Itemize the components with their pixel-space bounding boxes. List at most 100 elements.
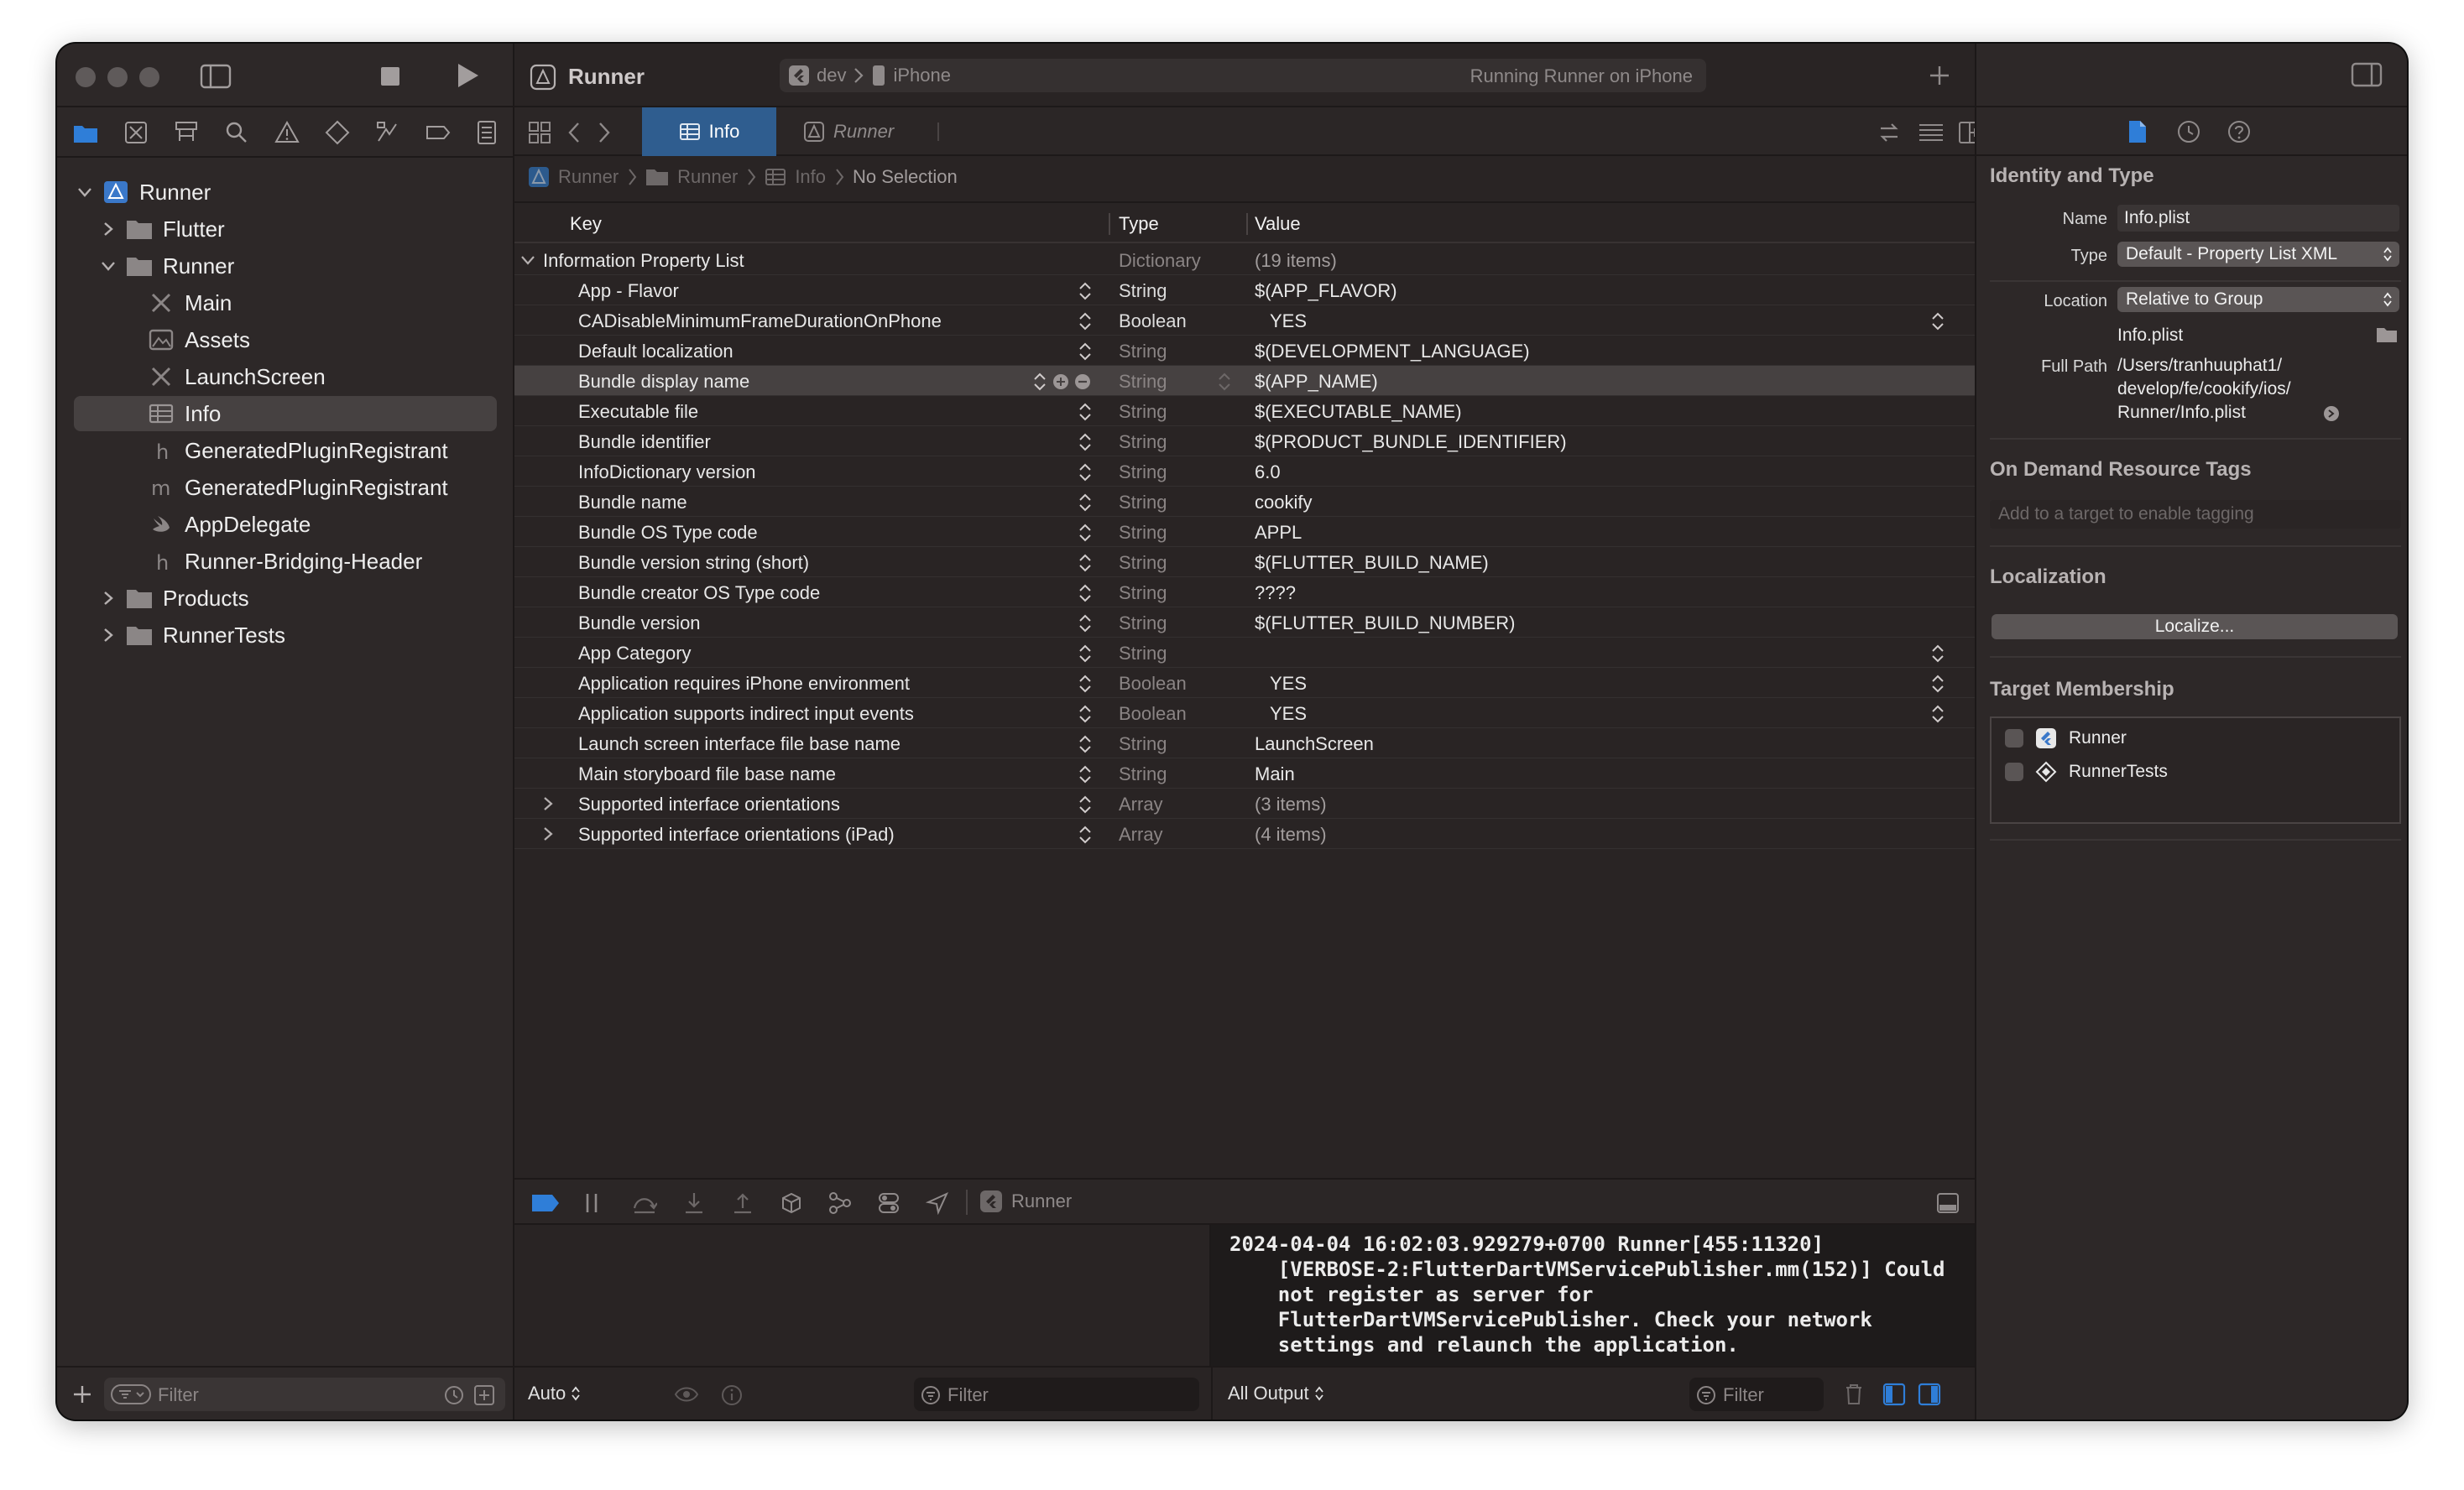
breakpoints-toggle-icon[interactable] xyxy=(531,1193,560,1213)
plist-row[interactable]: Bundle display name String $(APP_NAME) xyxy=(514,366,1975,396)
plist-row[interactable]: Application supports indirect input even… xyxy=(514,698,1975,728)
file-inspector-icon[interactable] xyxy=(2127,119,2148,144)
tree-item-launchscreen[interactable]: LaunchScreen xyxy=(148,359,326,394)
target-row-runnertests[interactable]: RunnerTests xyxy=(2005,758,2168,785)
value-popup-icon[interactable] xyxy=(1929,644,1946,663)
key-stepper-icon[interactable] xyxy=(1077,493,1094,512)
hide-debug-area-icon[interactable] xyxy=(1936,1191,1960,1215)
plist-value[interactable]: LaunchScreen xyxy=(1255,733,1374,755)
chevron-down-icon[interactable] xyxy=(519,252,536,268)
plist-root-row[interactable]: Information Property List Dictionary (19… xyxy=(514,245,1975,275)
environment-overrides-icon[interactable] xyxy=(877,1191,901,1215)
plist-row[interactable]: App Category String xyxy=(514,638,1975,668)
key-stepper-icon[interactable] xyxy=(1077,342,1094,361)
plist-value[interactable]: Main xyxy=(1255,763,1295,785)
name-field[interactable]: Info.plist xyxy=(2117,205,2399,232)
plist-value[interactable]: ???? xyxy=(1255,582,1296,604)
symbol-navigator-icon[interactable] xyxy=(173,119,200,146)
breakpoint-navigator-icon[interactable] xyxy=(425,119,452,146)
view-hierarchy-icon[interactable] xyxy=(780,1191,803,1215)
simulate-location-icon[interactable] xyxy=(926,1191,949,1215)
chevron-down-icon[interactable] xyxy=(97,255,119,277)
plist-row[interactable]: Bundle name String cookify xyxy=(514,487,1975,517)
forward-icon[interactable] xyxy=(595,121,613,144)
memory-graph-icon[interactable] xyxy=(828,1191,852,1215)
plist-row[interactable]: Main storyboard file base name String Main xyxy=(514,758,1975,789)
minimize-window-button[interactable] xyxy=(107,67,128,87)
target-checkbox[interactable] xyxy=(2005,763,2023,781)
tree-item-runner-bridging-header[interactable]: h Runner-Bridging-Header xyxy=(148,544,422,579)
tree-item-generatedpluginregistrant-h[interactable]: h GeneratedPluginRegistrant xyxy=(148,433,448,468)
source-control-filter-icon[interactable] xyxy=(473,1384,495,1406)
value-popup-icon[interactable] xyxy=(1929,312,1946,331)
tree-item-appdelegate[interactable]: AppDelegate xyxy=(148,507,311,542)
plist-value[interactable]: YES xyxy=(1270,310,1307,332)
key-stepper-icon[interactable] xyxy=(1077,675,1094,693)
editor-options-icon[interactable] xyxy=(1918,121,1945,144)
scheme-selector[interactable]: dev iPhone xyxy=(788,62,951,89)
chevron-right-icon[interactable] xyxy=(97,218,119,240)
folder-icon[interactable] xyxy=(2376,326,2398,344)
column-value[interactable]: Value xyxy=(1255,213,1301,235)
localize-button[interactable]: Localize... xyxy=(1992,614,2398,639)
sidebar-toggle-icon[interactable] xyxy=(200,64,232,89)
pause-icon[interactable] xyxy=(583,1191,603,1215)
grid-icon[interactable] xyxy=(528,121,551,144)
debug-navigator-icon[interactable] xyxy=(374,119,401,146)
filter-options-icon[interactable] xyxy=(111,1384,151,1404)
tree-item-info[interactable]: Info xyxy=(148,396,221,431)
tree-item-runnertests[interactable]: RunnerTests xyxy=(97,617,285,653)
type-stepper-icon[interactable] xyxy=(1216,372,1233,391)
chevron-right-icon[interactable] xyxy=(540,826,556,842)
key-stepper-icon[interactable] xyxy=(1077,765,1094,784)
zoom-window-button[interactable] xyxy=(139,67,159,87)
recent-files-icon[interactable] xyxy=(443,1384,465,1406)
plist-row[interactable]: Bundle version string (short) String $(FLU… xyxy=(514,547,1975,577)
plist-value[interactable]: $(FLUTTER_BUILD_NAME) xyxy=(1255,552,1489,574)
key-stepper-icon[interactable] xyxy=(1077,584,1094,602)
key-stepper-icon[interactable] xyxy=(1077,282,1094,300)
chevron-right-icon[interactable] xyxy=(97,587,119,609)
trash-icon[interactable] xyxy=(1844,1383,1864,1406)
plist-row[interactable]: InfoDictionary version String 6.0 xyxy=(514,456,1975,487)
folder-icon[interactable] xyxy=(72,119,99,146)
close-window-button[interactable] xyxy=(76,67,96,87)
plist-value[interactable]: YES xyxy=(1270,673,1307,695)
plist-value[interactable]: $(DEVELOPMENT_LANGUAGE) xyxy=(1255,341,1530,362)
process-selector[interactable]: Runner xyxy=(979,1190,1072,1213)
quick-look-icon[interactable] xyxy=(674,1384,699,1404)
console-filter-field[interactable]: Filter xyxy=(1689,1378,1824,1411)
breadcrumb-item[interactable]: Runner xyxy=(558,166,619,188)
plist-value[interactable]: cookify xyxy=(1255,492,1312,513)
target-checkbox[interactable] xyxy=(2005,729,2023,748)
chevron-right-icon[interactable] xyxy=(540,795,556,812)
tree-item-generatedpluginregistrant-m[interactable]: m GeneratedPluginRegistrant xyxy=(148,470,448,505)
plist-value[interactable]: APPL xyxy=(1255,522,1302,544)
plist-value[interactable]: $(EXECUTABLE_NAME) xyxy=(1255,401,1462,423)
location-popup[interactable]: Relative to Group xyxy=(2117,287,2399,312)
navigator-filter-field[interactable]: Filter xyxy=(104,1378,505,1411)
breadcrumb-item[interactable]: Runner xyxy=(677,166,738,188)
chevron-right-icon[interactable] xyxy=(97,624,119,646)
info-icon[interactable] xyxy=(721,1384,743,1406)
plist-value[interactable]: (3 items) xyxy=(1255,794,1327,815)
inspector-toggle-icon[interactable] xyxy=(2351,62,2383,87)
column-type[interactable]: Type xyxy=(1119,213,1159,235)
step-over-icon[interactable] xyxy=(632,1191,657,1215)
plist-row[interactable]: CADisableMinimumFrameDurationOnPhone Bool… xyxy=(514,305,1975,336)
breadcrumb-item[interactable]: No Selection xyxy=(853,166,958,188)
tree-item-products[interactable]: Products xyxy=(97,581,249,616)
stop-icon[interactable] xyxy=(379,65,401,87)
swap-icon[interactable] xyxy=(1877,121,1901,144)
back-icon[interactable] xyxy=(565,121,583,144)
variables-filter-field[interactable]: Filter xyxy=(914,1378,1199,1411)
test-navigator-icon[interactable] xyxy=(324,119,351,146)
breadcrumb-item[interactable]: Info xyxy=(795,166,826,188)
plist-row[interactable]: Executable file String $(EXECUTABLE_NAME) xyxy=(514,396,1975,426)
chevron-down-icon[interactable] xyxy=(74,181,96,203)
key-stepper-icon[interactable] xyxy=(1077,433,1094,451)
plist-row[interactable]: Default localization String $(DEVELOPMENT_… xyxy=(514,336,1975,366)
step-into-icon[interactable] xyxy=(682,1191,706,1215)
key-stepper-icon[interactable] xyxy=(1077,705,1094,723)
run-icon[interactable] xyxy=(455,62,480,89)
